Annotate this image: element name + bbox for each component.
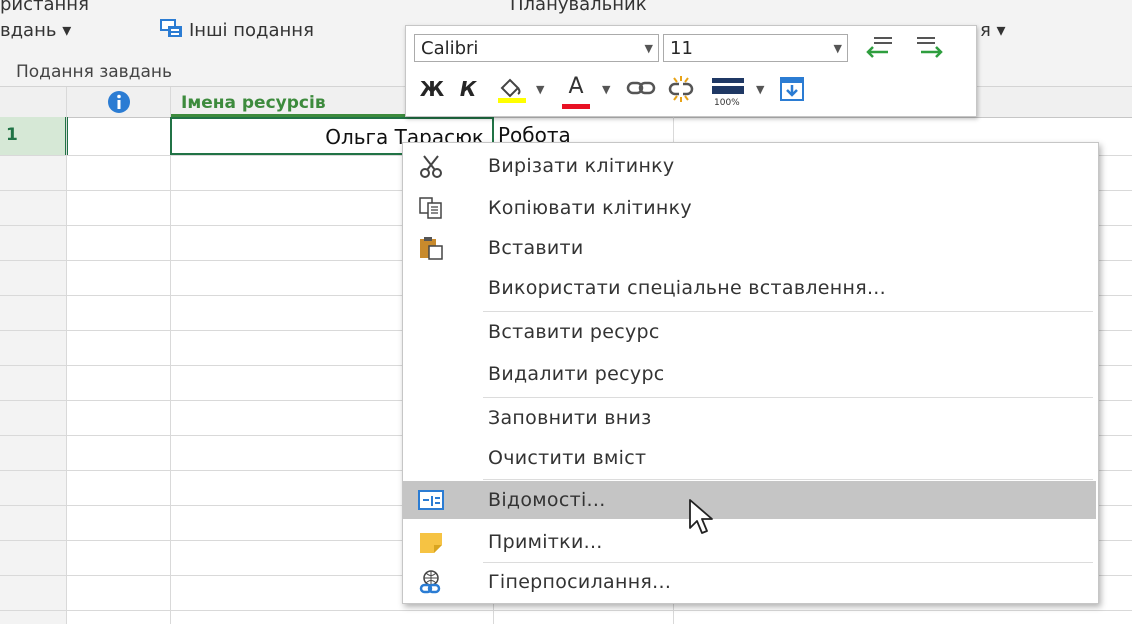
menu-item-label: Копіювати клітинку: [488, 197, 692, 219]
menu-separator: [483, 311, 1093, 312]
scroll-to-task-icon[interactable]: [778, 76, 806, 110]
chevron-down-icon[interactable]: ▼: [602, 83, 610, 96]
paste-icon: [418, 235, 444, 261]
chevron-down-icon: ▼: [833, 42, 842, 55]
menu-item-label: Видалити ресурс: [488, 363, 665, 385]
menu-item-clear-contents[interactable]: Очистити вміст: [403, 439, 1096, 477]
chevron-down-icon: ▼: [644, 42, 653, 55]
other-views-button[interactable]: Інші подання: [189, 20, 314, 41]
ribbon-partial-label-top: ристання: [0, 0, 89, 15]
percent-label: 100%: [714, 98, 740, 108]
menu-item-delete-resource[interactable]: Видалити ресурс: [403, 355, 1096, 393]
row-number: 1: [6, 125, 18, 145]
grid-vline: [170, 87, 171, 624]
menu-item-label: Вставити ресурс: [488, 321, 660, 343]
menu-item-information[interactable]: Відомості...: [403, 481, 1096, 519]
menu-item-insert-resource[interactable]: Вставити ресурс: [403, 313, 1096, 351]
chevron-down-icon[interactable]: ▼: [536, 83, 544, 96]
font-name-combobox[interactable]: Calibri ▼: [414, 34, 659, 62]
fill-color-icon[interactable]: [492, 74, 532, 112]
mouse-pointer-icon: [688, 498, 722, 538]
hyperlink-icon: [418, 569, 444, 595]
menu-item-label: Заповнити вниз: [488, 407, 652, 429]
menu-item-label: Очистити вміст: [488, 447, 647, 469]
information-form-icon: [418, 487, 444, 513]
menu-item-label: Примітки...: [488, 531, 603, 553]
menu-item-paste[interactable]: Вставити: [403, 229, 1096, 267]
menu-item-notes[interactable]: Примітки...: [403, 523, 1096, 561]
menu-item-paste-special[interactable]: Використати спеціальне вставлення...: [403, 269, 1096, 307]
menu-item-hyperlink[interactable]: Гіперпосилання...: [403, 563, 1096, 601]
grid-hline: [0, 610, 1132, 611]
background-color-icon[interactable]: 100%: [706, 74, 750, 116]
menu-item-fill-down[interactable]: Заповнити вниз: [403, 399, 1096, 437]
indicators-column-icon: [107, 90, 131, 114]
planner-label: Планувальник: [510, 0, 647, 15]
decrease-indent-icon[interactable]: [858, 34, 898, 68]
other-views-icon: [160, 19, 184, 39]
font-color-button[interactable]: A: [556, 74, 596, 109]
copy-icon: [418, 195, 444, 221]
menu-item-label: Гіперпосилання...: [488, 571, 672, 593]
menu-item-cut-cell[interactable]: Вирізати клітинку: [403, 147, 1096, 185]
scissors-icon: [418, 153, 444, 179]
task-views-group-label: Подання завдань: [16, 62, 172, 82]
bold-button[interactable]: Ж: [418, 76, 446, 102]
grid-vline: [66, 87, 67, 624]
task-usage-dropdown[interactable]: вдань ▾: [0, 20, 71, 41]
menu-item-copy-cell[interactable]: Копіювати клітинку: [403, 189, 1096, 227]
menu-item-label: Вирізати клітинку: [488, 155, 675, 177]
chevron-down-icon[interactable]: ▼: [756, 83, 764, 96]
menu-separator: [483, 479, 1093, 480]
context-menu: Вирізати клітинку Копіювати клітинку Вст…: [402, 142, 1099, 604]
menu-item-label: Використати спеціальне вставлення...: [488, 277, 886, 299]
unlink-icon[interactable]: [664, 74, 698, 112]
ribbon-partial-dropdown[interactable]: я ▾: [980, 20, 1006, 41]
link-icon[interactable]: [624, 76, 658, 108]
notes-icon: [418, 529, 444, 555]
italic-button[interactable]: К: [454, 76, 482, 102]
menu-separator: [483, 397, 1093, 398]
increase-indent-icon[interactable]: [911, 34, 951, 68]
mini-toolbar: Calibri ▼ 11 ▼ Ж К ▼ A ▼ 100% ▼: [405, 25, 977, 117]
menu-item-label: Відомості...: [488, 489, 606, 511]
font-size-combobox[interactable]: 11 ▼: [663, 34, 848, 62]
row-number-column: [0, 117, 66, 624]
menu-item-label: Вставити: [488, 237, 584, 259]
column-header-resource-names[interactable]: Імена ресурсів: [181, 93, 326, 113]
